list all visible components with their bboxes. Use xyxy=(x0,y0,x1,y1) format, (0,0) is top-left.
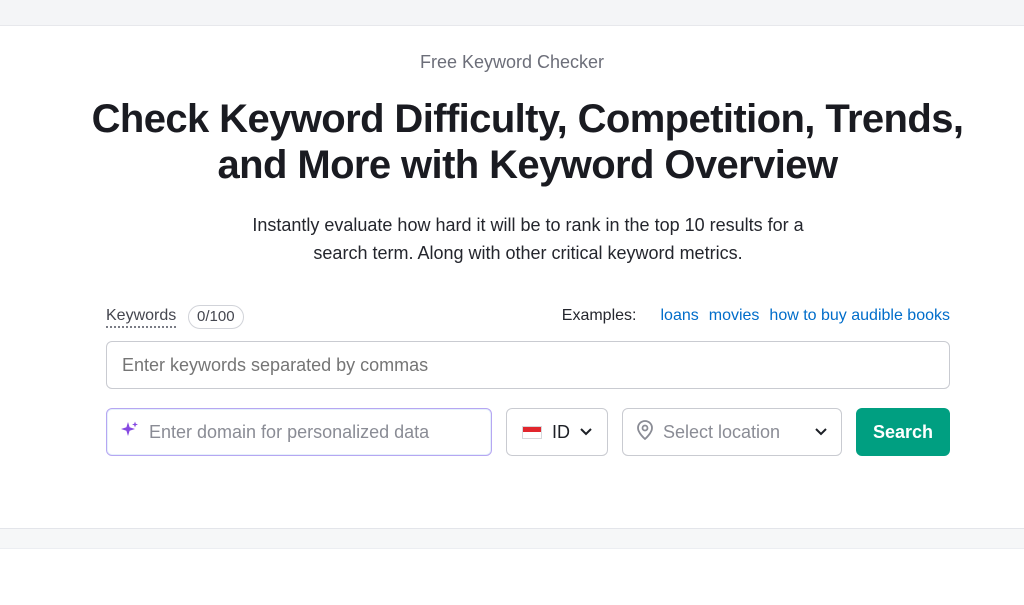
sparkle-icon xyxy=(121,421,139,444)
location-select[interactable]: Select location xyxy=(622,408,842,456)
country-code: ID xyxy=(552,421,570,442)
domain-input-placeholder: Enter domain for personalized data xyxy=(149,421,430,442)
chevron-down-icon xyxy=(815,423,827,441)
top-strip xyxy=(0,0,1024,26)
next-section xyxy=(0,548,1024,605)
page-title: Check Keyword Difficulty, Competition, T… xyxy=(40,96,1015,188)
page-subtitle-line-1: Instantly evaluate how hard it will be t… xyxy=(252,215,804,235)
country-select[interactable]: ID xyxy=(506,408,608,456)
domain-input[interactable]: Enter domain for personalized data xyxy=(106,408,492,456)
page-subtitle-line-2: search term. Along with other critical k… xyxy=(313,243,743,263)
chevron-down-icon xyxy=(580,423,592,441)
keywords-label[interactable]: Keywords xyxy=(106,307,177,328)
page-eyebrow: Free Keyword Checker xyxy=(419,52,605,72)
search-button[interactable]: Search xyxy=(856,408,950,456)
examples-label: Examples: xyxy=(561,307,637,324)
page-title-line-2: and More with Keyword Overview xyxy=(217,143,839,187)
example-link-loans[interactable]: loans xyxy=(660,307,698,325)
example-link-audible-books[interactable]: how to buy audible books xyxy=(769,307,950,325)
examples-row: Examples: loans movies how to buy audibl… xyxy=(562,307,950,325)
page-title-line-1: Check Keyword Difficulty, Competition, T… xyxy=(91,97,964,141)
keywords-input[interactable] xyxy=(106,341,950,389)
keywords-counter-badge: 0/100 xyxy=(188,305,244,329)
location-placeholder: Select location xyxy=(663,421,781,442)
location-pin-icon xyxy=(637,419,653,445)
example-link-movies[interactable]: movies xyxy=(709,307,760,325)
indonesia-flag-icon xyxy=(522,425,542,439)
page-subtitle: Instantly evaluate how hard it will be t… xyxy=(190,211,866,267)
